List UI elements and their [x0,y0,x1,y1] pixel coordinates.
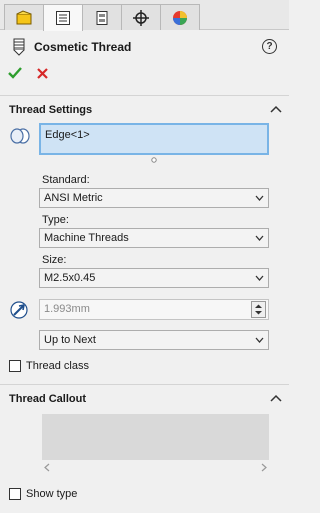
property-manager-icon [56,11,70,25]
thread-class-label: Thread class [26,360,89,372]
size-label: Size: [42,254,67,266]
end-condition-value: Up to Next [44,334,96,346]
depth-value: 1.993mm [44,303,90,315]
standard-label: Standard: [42,174,90,186]
chevron-down-icon [255,275,264,281]
spinner-arrows-icon [255,304,262,315]
type-value: Machine Threads [44,232,129,244]
end-condition-dropdown[interactable]: Up to Next [39,330,269,350]
show-type-checkbox[interactable] [9,488,21,500]
depth-icon [10,301,28,319]
size-dropdown[interactable]: M2.5x0.45 [39,268,269,288]
thread-class-checkbox-row[interactable]: Thread class [9,360,89,372]
depth-spinner[interactable] [251,301,266,318]
chevron-down-icon [255,235,264,241]
edge-selection-value: Edge<1> [45,129,90,141]
configuration-manager-icon [96,10,108,25]
show-type-checkbox-row[interactable]: Show type [9,488,77,500]
collapse-thread-callout-icon[interactable] [270,394,282,402]
property-manager-tabbar [0,0,289,31]
tab-property-manager[interactable] [43,4,83,31]
tab-feature-manager[interactable] [4,4,44,30]
dimxpert-icon [133,9,149,26]
feature-manager-icon [16,9,32,24]
cancel-button[interactable] [37,68,48,79]
tab-display-manager[interactable] [160,4,200,30]
thread-callout-title[interactable]: Thread Callout [9,393,86,405]
display-manager-icon [173,10,187,25]
thread-callout-textbox[interactable] [42,414,269,460]
thread-class-checkbox[interactable] [9,360,21,372]
show-type-label: Show type [26,488,78,500]
standard-value: ANSI Metric [44,192,103,204]
chevron-down-icon [255,195,264,201]
tab-dimxpert[interactable] [121,4,161,30]
resize-handle-icon[interactable] [151,157,157,163]
divider [0,384,289,385]
tab-configuration-manager[interactable] [82,4,122,30]
help-button[interactable]: ? [262,39,277,54]
size-value: M2.5x0.45 [44,272,96,284]
edge-selection-icon [10,128,30,144]
chevron-down-icon [255,337,264,343]
divider [0,95,289,96]
type-dropdown[interactable]: Machine Threads [39,228,269,248]
thread-settings-title[interactable]: Thread Settings [9,104,92,116]
standard-dropdown[interactable]: ANSI Metric [39,188,269,208]
cosmetic-thread-icon [13,38,25,56]
collapse-thread-settings-icon[interactable] [270,105,282,113]
page-title: Cosmetic Thread [34,40,132,54]
depth-input[interactable]: 1.993mm [39,299,269,320]
type-label: Type: [42,214,69,226]
edge-selection-box[interactable]: Edge<1> [39,123,269,155]
callout-horizontal-scrollbar[interactable] [42,461,269,474]
ok-button[interactable] [8,67,22,79]
